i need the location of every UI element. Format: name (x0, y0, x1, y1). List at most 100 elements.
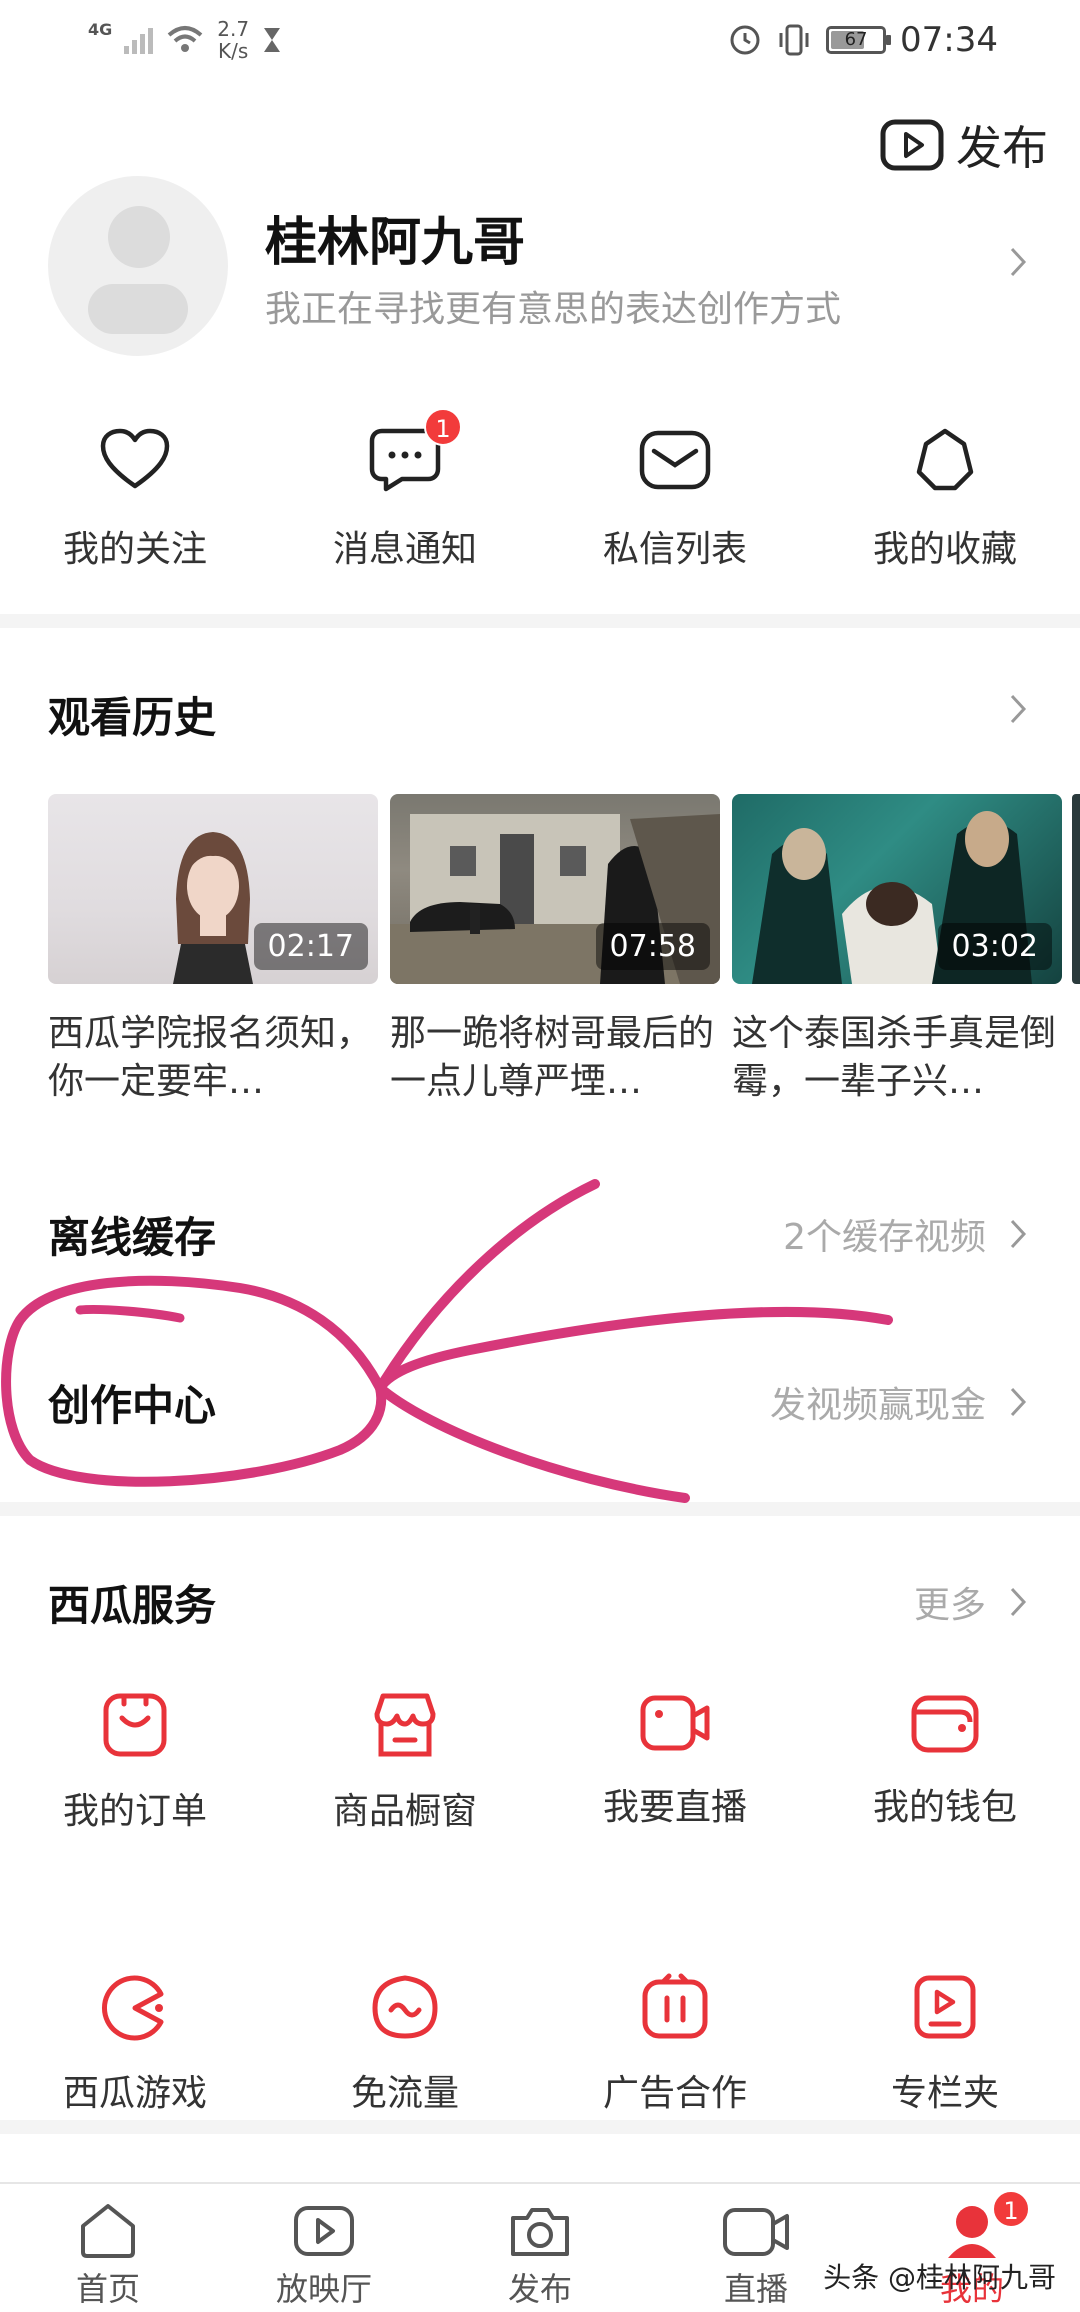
history-duration: 07:58 (595, 923, 710, 970)
history-duration: 03:02 (937, 923, 1052, 970)
status-left: 4G 2.7 K/s (88, 18, 283, 62)
service-wallet[interactable]: 我的钱包 (810, 1690, 1080, 1834)
nav-label: 发布 (507, 2270, 572, 2308)
quick-action-favorites[interactable]: 我的收藏 (810, 420, 1080, 572)
camera-icon (511, 2208, 569, 2256)
history-duration: 02:17 (253, 923, 368, 970)
network-speed: 2.7 K/s (217, 18, 249, 62)
service-label: 商品橱窗 (332, 1791, 477, 1832)
history-thumbnail: 07:58 (390, 794, 720, 984)
column-icon (914, 1975, 976, 2039)
service-label: 我的订单 (62, 1791, 207, 1832)
hourglass-icon (264, 28, 281, 52)
home-icon (81, 2204, 135, 2258)
nav-home[interactable]: 首页 (0, 2184, 216, 2312)
history-thumbnail: 03:02 (732, 794, 1062, 984)
live-camera-icon (640, 1695, 710, 1751)
service-games[interactable]: 西瓜游戏 (0, 1972, 270, 2116)
network-type: 4G (88, 20, 113, 39)
services-more-link[interactable]: 更多 (914, 1576, 1028, 1628)
history-item[interactable]: 07:58 那一跪将树哥最后的一点儿尊严堙… (390, 794, 720, 1106)
chevron-right-icon (1010, 1587, 1027, 1617)
publish-play-icon (880, 119, 944, 171)
battery-indicator: 67 (826, 26, 892, 54)
chevron-right-icon[interactable] (1008, 245, 1028, 279)
quick-action-messages[interactable]: 私信列表 (540, 420, 810, 572)
ad-icon (642, 1973, 708, 2039)
section-divider (0, 1502, 1080, 1516)
play-icon (294, 2206, 354, 2256)
status-bar: 4G 2.7 K/s 67 07:34 (0, 0, 1080, 80)
mail-icon (639, 430, 711, 490)
services-grid: 我的订单 商品橱窗 我要直播 我的钱包 西瓜游戏 免流量 广告合作 专栏夹 (0, 1690, 1080, 2116)
nav-badge: 1 (992, 2190, 1030, 2228)
status-right: 67 07:34 (728, 20, 998, 60)
speed-value: 2.7 (217, 17, 250, 41)
avatar[interactable] (48, 176, 228, 356)
service-label: 西瓜游戏 (62, 2073, 207, 2114)
star-icon (916, 428, 974, 491)
history-item[interactable]: 02:17 西瓜学院报名须知，你一定要牢… (48, 794, 378, 1106)
service-label: 我要直播 (602, 1787, 747, 1828)
quick-action-label: 私信列表 (602, 529, 747, 570)
creator-center-link[interactable]: 发视频赢现金 (770, 1376, 1028, 1428)
service-label: 专栏夹 (890, 2073, 999, 2114)
history-list: 02:17 西瓜学院报名须知，你一定要牢… 07:58 那一跪将树哥最后的一点儿… (48, 794, 1062, 1106)
quick-action-label: 我的收藏 (872, 529, 1017, 570)
notification-badge: 1 (424, 408, 462, 446)
offline-cache-count: 2个缓存视频 (783, 1217, 986, 1258)
heart-icon (100, 428, 170, 489)
quick-action-notifications[interactable]: 1 消息通知 (270, 408, 540, 572)
publish-button[interactable]: 发布 (880, 112, 1048, 178)
service-label: 广告合作 (602, 2073, 747, 2114)
service-shop-window[interactable]: 商品橱窗 (270, 1690, 540, 1834)
service-column-folder[interactable]: 专栏夹 (810, 1972, 1080, 2116)
section-divider (0, 2120, 1080, 2134)
clock: 07:34 (900, 20, 998, 60)
service-label: 免流量 (350, 2073, 459, 2114)
quick-actions: 我的关注 1 消息通知 私信列表 我的收藏 (0, 408, 1080, 572)
history-chevron-icon[interactable] (1008, 692, 1028, 726)
history-item-peek[interactable] (1072, 794, 1080, 984)
speed-unit: K/s (218, 39, 249, 63)
video-icon (723, 2208, 789, 2256)
offline-cache-title[interactable]: 离线缓存 (48, 1204, 216, 1265)
creator-center-promo: 发视频赢现金 (769, 1385, 986, 1426)
nav-label: 直播 (723, 2270, 788, 2308)
profile-name[interactable]: 桂林阿九哥 (265, 200, 525, 275)
profile-bio: 我正在寻找更有意思的表达创作方式 (265, 289, 842, 330)
chevron-right-icon (1010, 1387, 1027, 1417)
services-title: 西瓜服务 (48, 1581, 217, 1630)
service-go-live[interactable]: 我要直播 (540, 1690, 810, 1834)
service-ad-cooperation[interactable]: 广告合作 (540, 1972, 810, 2116)
nav-label: 放映厅 (275, 2270, 372, 2308)
quick-action-label: 消息通知 (332, 529, 477, 570)
history-item-title: 西瓜学院报名须知，你一定要牢… (48, 1013, 373, 1102)
history-title: 观看历史 (48, 693, 217, 742)
wifi-icon (167, 26, 203, 52)
wallet-icon (911, 1695, 979, 1753)
signal-icon (124, 26, 154, 54)
service-free-data[interactable]: 免流量 (270, 1972, 540, 2116)
history-item-title: 这个泰国杀手真是倒霉，一辈子兴… (732, 1013, 1057, 1102)
shop-icon (374, 1693, 436, 1757)
alarm-icon (730, 25, 760, 55)
history-item[interactable]: 03:02 这个泰国杀手真是倒霉，一辈子兴… (732, 794, 1062, 1106)
free-data-icon (372, 1975, 438, 2039)
game-icon (102, 1975, 164, 2041)
nav-label: 首页 (75, 2270, 140, 2308)
creator-center-title[interactable]: 创作中心 (48, 1372, 216, 1433)
offline-cache-link[interactable]: 2个缓存视频 (783, 1208, 1028, 1260)
watermark: 头条 @桂林阿九哥 (823, 2261, 1056, 2294)
vibrate-icon (779, 24, 809, 56)
order-icon (103, 1693, 167, 1757)
battery-level: 67 (844, 29, 868, 50)
service-label: 我的钱包 (872, 1787, 1017, 1828)
chevron-right-icon (1010, 1219, 1027, 1249)
quick-action-follow[interactable]: 我的关注 (0, 420, 270, 572)
service-my-orders[interactable]: 我的订单 (0, 1690, 270, 1834)
nav-publish[interactable]: 发布 (432, 2184, 648, 2312)
services-more-label: 更多 (913, 1585, 986, 1626)
nav-theater[interactable]: 放映厅 (216, 2184, 432, 2312)
quick-action-label: 我的关注 (62, 529, 207, 570)
